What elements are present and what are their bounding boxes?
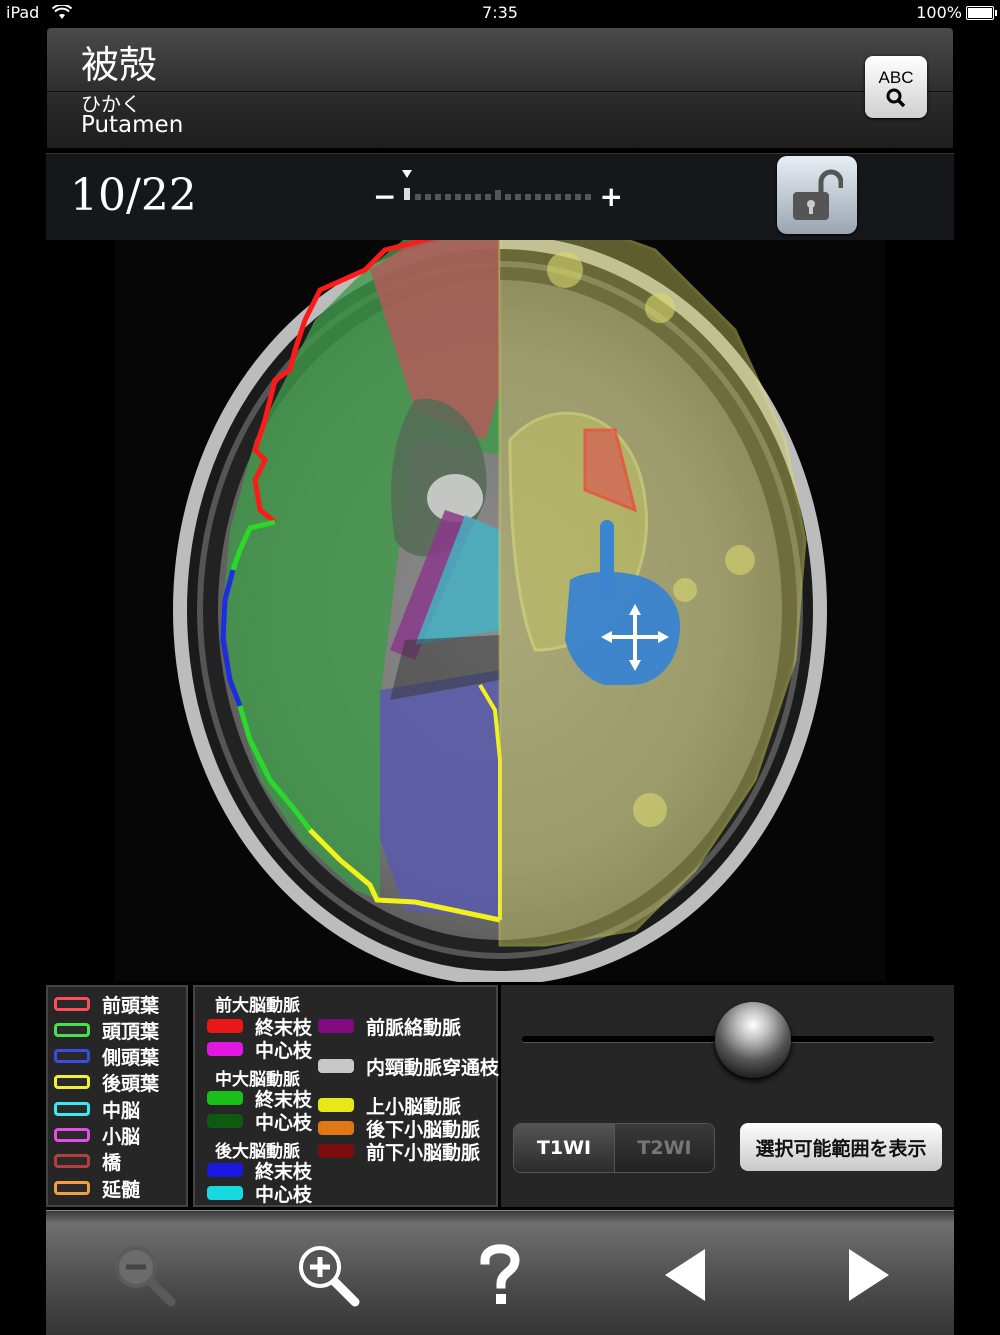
header-divider xyxy=(47,91,953,92)
legend-item: 後下小脳動脈 xyxy=(318,1117,480,1141)
slice-ticks[interactable] xyxy=(401,168,596,218)
legend-label: 側頭葉 xyxy=(102,1046,160,1069)
legend-swatch xyxy=(318,1144,354,1158)
legend-swatch xyxy=(318,1059,354,1073)
legend-label: 橋 xyxy=(102,1151,122,1174)
legend-swatch xyxy=(318,1098,354,1112)
battery-icon xyxy=(966,6,997,20)
legend-swatch xyxy=(207,1186,243,1200)
abc-search-button[interactable]: ABC xyxy=(865,56,927,118)
search-icon xyxy=(886,88,906,108)
legend-item: 小脳 xyxy=(54,1124,141,1148)
legend-item: 中心枝 xyxy=(207,1182,313,1206)
abc-label: ABC xyxy=(878,68,914,87)
legend-label: 中心枝 xyxy=(255,1183,313,1206)
legend-item: 終末枝 xyxy=(207,1159,312,1183)
legend-label: 小脳 xyxy=(102,1125,141,1148)
legend-swatch xyxy=(207,1091,243,1105)
legend-label: 中心枝 xyxy=(255,1111,313,1134)
t2wi-tab[interactable]: T2WI xyxy=(614,1124,714,1172)
legend-swatch xyxy=(54,997,90,1011)
legend-swatch xyxy=(207,1019,243,1033)
show-range-button[interactable]: 選択可能範囲を表示 xyxy=(740,1123,942,1171)
legend-label: 中脳 xyxy=(102,1099,141,1122)
legend-label: 後頭葉 xyxy=(102,1072,160,1095)
legend-label: 前脈絡動脈 xyxy=(366,1016,462,1039)
structure-english: Putamen xyxy=(81,112,184,138)
next-button[interactable] xyxy=(830,1237,906,1313)
legend-swatch xyxy=(207,1042,243,1056)
legend-item: 延髄 xyxy=(54,1177,141,1201)
legend-item: 橋 xyxy=(54,1150,122,1174)
structure-header: 被殻 ひかく Putamen ABC xyxy=(47,28,953,148)
legend-label: 前頭葉 xyxy=(102,994,160,1017)
legend-item: 中心枝 xyxy=(207,1110,313,1134)
legend-label: 頭頂葉 xyxy=(102,1020,160,1043)
battery-percent: 100% xyxy=(916,3,962,22)
legend-item: 頭頂葉 xyxy=(54,1019,160,1043)
legend-item: 前頭葉 xyxy=(54,993,160,1017)
legend-item: 側頭葉 xyxy=(54,1045,160,1069)
control-panel: T1WI T2WI 選択可能範囲を表示 xyxy=(501,985,954,1207)
t1wi-tab[interactable]: T1WI xyxy=(514,1124,614,1172)
zoom-in-icon xyxy=(299,1246,360,1307)
legend-swatch xyxy=(54,1102,90,1116)
zoom-out-icon xyxy=(115,1246,176,1307)
legend-label: 中心枝 xyxy=(255,1039,313,1062)
slice-indicator-icon xyxy=(402,170,412,178)
help-icon xyxy=(480,1244,520,1304)
legend-item: 内頸動脈穿通枝 xyxy=(318,1055,500,1079)
bottom-toolbar xyxy=(46,1210,954,1335)
legend-swatch xyxy=(54,1128,90,1142)
legend-swatch xyxy=(54,1181,90,1195)
slice-panel: 10/22 − + xyxy=(46,153,954,240)
legend-swatch xyxy=(207,1114,243,1128)
legend-item: 前脈絡動脈 xyxy=(318,1015,462,1039)
zoom-in-button[interactable] xyxy=(290,1237,366,1313)
lock-button[interactable] xyxy=(777,156,857,234)
unlock-icon xyxy=(793,169,843,220)
lobe-legend: 前頭葉 頭頂葉 側頭葉 後頭葉 中脳 小脳 橋 延髄 xyxy=(46,985,188,1207)
clock: 7:35 xyxy=(482,3,518,22)
zoom-out-button[interactable] xyxy=(106,1237,182,1313)
legend-swatch xyxy=(54,1154,90,1168)
legend-label: 前下小脳動脈 xyxy=(366,1141,481,1164)
slice-plus[interactable]: + xyxy=(600,180,623,213)
opacity-slider-knob[interactable] xyxy=(715,1002,791,1078)
slice-counter: 10/22 xyxy=(70,170,197,221)
structure-title: 被殻 xyxy=(81,43,158,87)
artery-legend: 前大脳動脈 終末枝 中心枝 中大脳動脈 終末枝 中心枝 後大脳動脈 終末枝 中心… xyxy=(193,985,500,1207)
legend-label: 延髄 xyxy=(102,1178,141,1201)
prev-arrow-icon xyxy=(665,1249,705,1301)
legend-item: 中脳 xyxy=(54,1098,141,1122)
sequence-toggle[interactable]: T1WI T2WI xyxy=(513,1123,715,1173)
pca-territory xyxy=(380,670,500,920)
legend-item: 前下小脳動脈 xyxy=(318,1140,481,1164)
legend-swatch xyxy=(318,1121,354,1135)
status-bar: iPad 7:35 100% xyxy=(0,0,1000,26)
slice-ruler[interactable]: − + xyxy=(373,168,623,218)
legend-item: 終末枝 xyxy=(207,1087,312,1111)
help-button[interactable] xyxy=(462,1237,538,1313)
mri-axial-slice[interactable] xyxy=(115,240,885,982)
legend-item: 中心枝 xyxy=(207,1038,313,1062)
legend-swatch xyxy=(54,1049,90,1063)
slice-minus[interactable]: − xyxy=(373,180,396,213)
legend-swatch xyxy=(54,1023,90,1037)
previous-button[interactable] xyxy=(648,1237,724,1313)
legend-swatch xyxy=(207,1163,243,1177)
legend-item: 上小脳動脈 xyxy=(318,1094,461,1118)
legend-item: 後頭葉 xyxy=(54,1071,160,1095)
legend-swatch xyxy=(318,1019,354,1033)
legend-label: 内頸動脈穿通枝 xyxy=(366,1056,500,1079)
next-arrow-icon xyxy=(849,1249,889,1301)
legend-swatch xyxy=(54,1075,90,1089)
legend-item: 終末枝 xyxy=(207,1015,312,1039)
